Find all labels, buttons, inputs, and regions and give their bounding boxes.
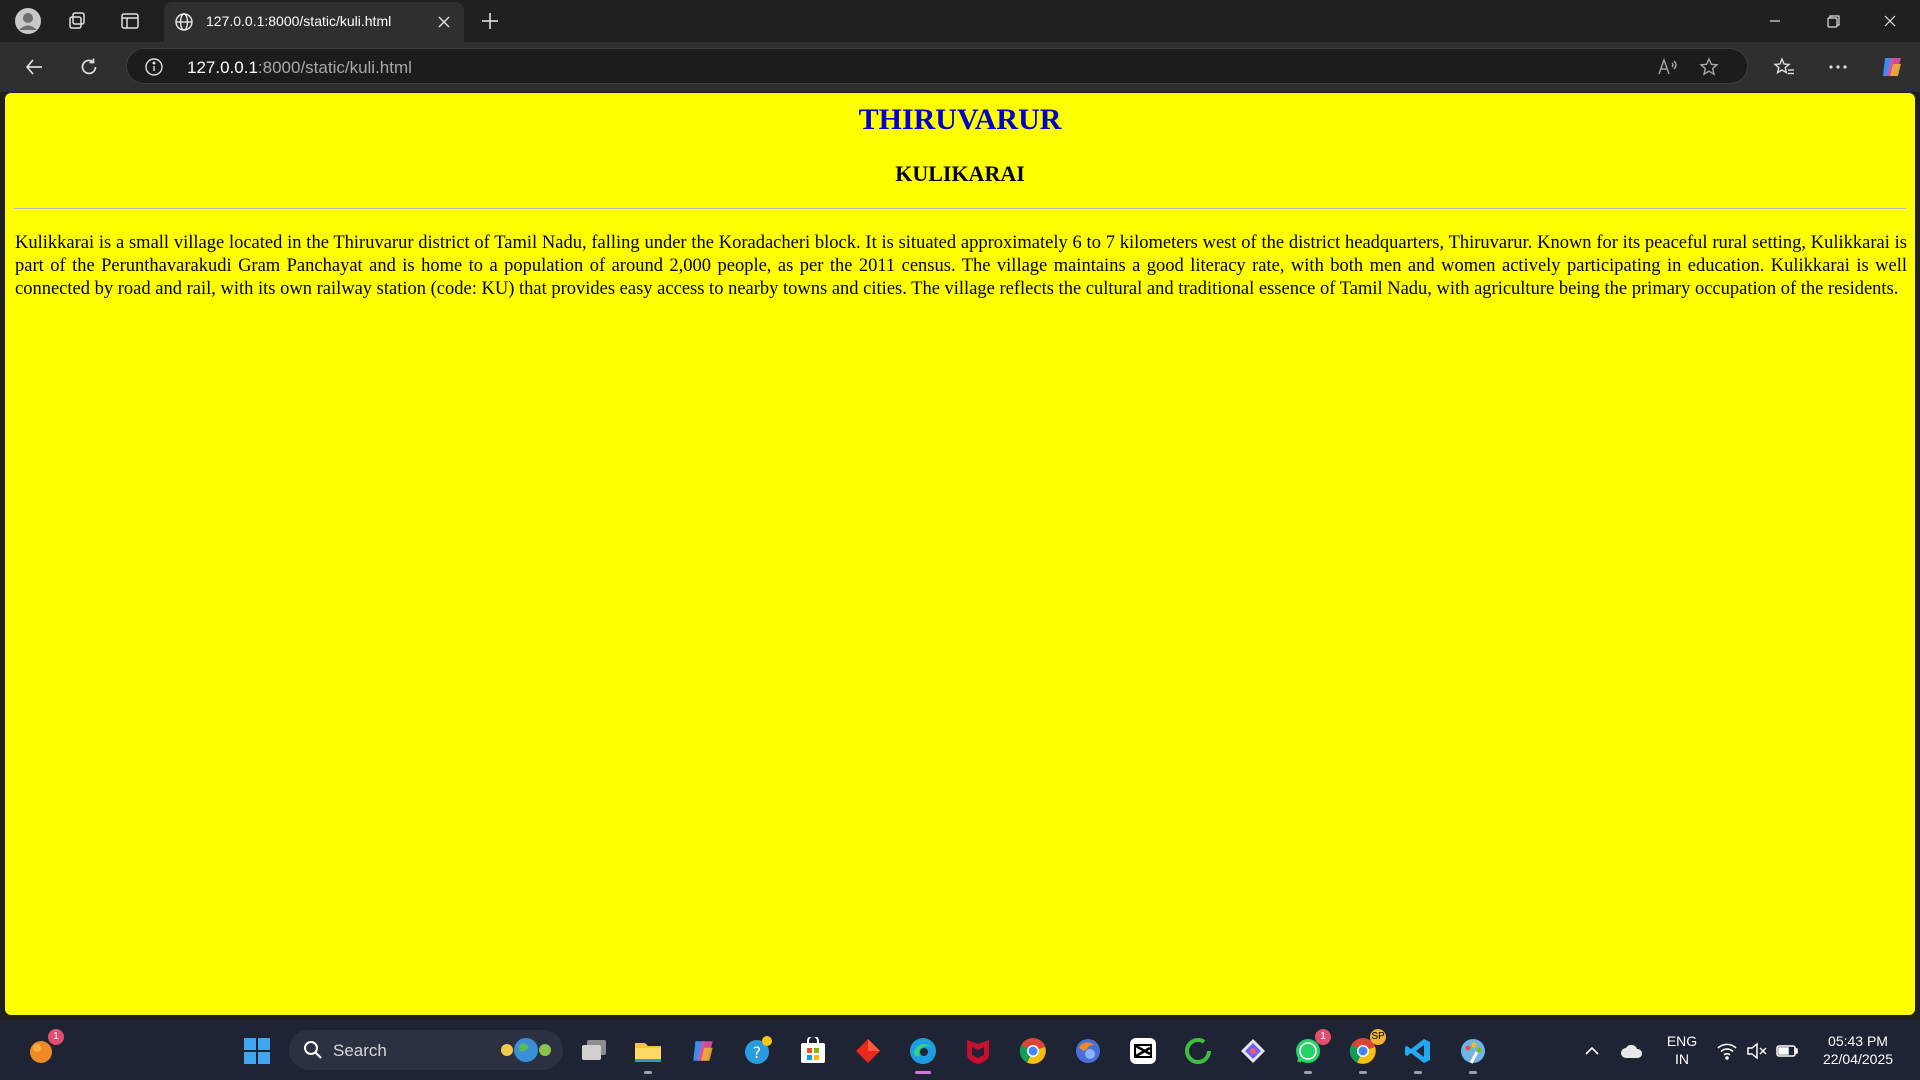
- close-window-button[interactable]: [1862, 0, 1918, 42]
- clock-date: 22/04/2025: [1822, 1051, 1894, 1067]
- running-indicator: [644, 1071, 652, 1074]
- page-subheading: KULIKARAI: [895, 161, 1025, 186]
- firefox-style-icon[interactable]: [1071, 1034, 1105, 1068]
- search-icon: [303, 1040, 323, 1065]
- notification-app-icon[interactable]: 1: [24, 1029, 64, 1068]
- region-code: IN: [1675, 1051, 1689, 1067]
- copilot-icon[interactable]: [1874, 49, 1910, 85]
- new-tab-button[interactable]: [474, 5, 506, 37]
- web-page-content: THIRUVARUR KULIKARAI Kulikkarai is a sma…: [5, 93, 1915, 1015]
- red-diamond-app-icon[interactable]: [851, 1034, 885, 1068]
- url-text[interactable]: 127.0.0.1:8000/static/kuli.html: [187, 58, 412, 78]
- svg-text:?: ?: [753, 1043, 762, 1062]
- paint-app-icon[interactable]: [1456, 1034, 1490, 1074]
- battery-icon[interactable]: [1770, 1034, 1804, 1068]
- village-description: Kulikkarai is a small village located in…: [15, 233, 1907, 299]
- site-info-icon[interactable]: [143, 56, 165, 78]
- mcafee-icon[interactable]: [961, 1034, 995, 1068]
- tab-title: 127.0.0.1:8000/static/kuli.html: [206, 13, 392, 29]
- file-explorer-icon[interactable]: [631, 1034, 665, 1074]
- refresh-button[interactable]: [71, 49, 107, 85]
- restore-window-button[interactable]: [1805, 0, 1861, 42]
- page-heading: THIRUVARUR: [858, 103, 1062, 136]
- volume-muted-icon[interactable]: [1740, 1034, 1774, 1068]
- browser-tab-active[interactable]: 127.0.0.1:8000/static/kuli.html: [164, 2, 464, 42]
- workspaces-icon[interactable]: [61, 5, 93, 37]
- browser-navigation-bar: 127.0.0.1:8000/static/kuli.html: [0, 42, 1920, 92]
- microsoft-store-icon[interactable]: [796, 1034, 830, 1068]
- notification-badge: 1: [48, 1029, 64, 1045]
- clock-time: 05:43 PM: [1828, 1033, 1888, 1049]
- minimize-window-button[interactable]: [1747, 0, 1803, 42]
- show-hidden-icons-chevron-up-icon[interactable]: [1575, 1034, 1609, 1068]
- url-path: :8000/static/kuli.html: [257, 58, 412, 77]
- address-bar[interactable]: 127.0.0.1:8000/static/kuli.html: [126, 48, 1748, 84]
- back-button[interactable]: [16, 49, 52, 85]
- input-language-indicator[interactable]: ENG IN: [1660, 1032, 1704, 1068]
- git-app-icon[interactable]: [1236, 1034, 1270, 1068]
- whatsapp-icon[interactable]: 1: [1291, 1029, 1331, 1074]
- favorites-icon[interactable]: [1766, 49, 1802, 85]
- vscode-icon[interactable]: [1401, 1034, 1435, 1074]
- url-host: 127.0.0.1: [187, 58, 258, 77]
- more-options-icon[interactable]: [1820, 49, 1856, 85]
- taskbar-clock[interactable]: 05:43 PM 22/04/2025: [1808, 1032, 1908, 1068]
- profile-avatar-icon[interactable]: [12, 5, 44, 37]
- chrome-profile-badge: SP: [1370, 1029, 1386, 1045]
- running-indicator: [1469, 1071, 1477, 1074]
- close-tab-icon[interactable]: [432, 10, 456, 34]
- green-circle-app-icon[interactable]: [1181, 1034, 1215, 1068]
- chrome-profile-icon[interactable]: SP: [1346, 1029, 1386, 1074]
- search-highlight-globe-icon: [497, 1035, 555, 1070]
- windows-taskbar: 1 Search ? 1 SP ENG IN 05:43 PM 22/04/20…: [0, 1020, 1920, 1080]
- language-code: ENG: [1666, 1033, 1698, 1049]
- read-aloud-icon[interactable]: [1653, 52, 1683, 82]
- capcut-icon[interactable]: [1126, 1034, 1160, 1068]
- wifi-icon[interactable]: [1710, 1034, 1744, 1068]
- task-view-icon[interactable]: [577, 1034, 611, 1068]
- chrome-icon[interactable]: [1016, 1034, 1050, 1068]
- running-indicator: [1304, 1071, 1312, 1074]
- active-app-indicator: [915, 1071, 931, 1074]
- edge-browser-icon[interactable]: [906, 1034, 940, 1074]
- favorite-star-icon[interactable]: [1694, 52, 1724, 82]
- browser-title-bar: 127.0.0.1:8000/static/kuli.html: [0, 0, 1920, 42]
- running-indicator: [1359, 1071, 1367, 1074]
- horizontal-divider: [14, 208, 1906, 210]
- taskbar-search-box[interactable]: Search: [289, 1030, 563, 1070]
- globe-icon: [172, 10, 196, 34]
- search-label: Search: [333, 1041, 387, 1060]
- help-app-icon[interactable]: ?: [741, 1034, 775, 1068]
- whatsapp-badge: 1: [1315, 1029, 1331, 1045]
- vertical-tabs-icon[interactable]: [114, 5, 146, 37]
- copilot-taskbar-icon[interactable]: [686, 1034, 720, 1068]
- onedrive-cloud-icon[interactable]: [1615, 1034, 1649, 1068]
- running-indicator: [1414, 1071, 1422, 1074]
- windows-start-icon[interactable]: [240, 1034, 274, 1068]
